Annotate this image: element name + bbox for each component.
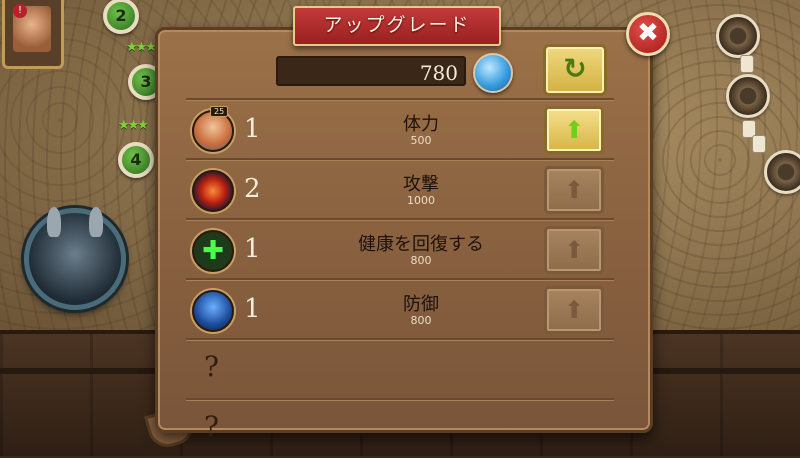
boss-ear-icon bbox=[89, 207, 103, 237]
upgrade-row-health: 25 1 体力 500 ⬆ bbox=[186, 98, 614, 158]
fire-slash-icon bbox=[192, 170, 234, 212]
locked-upgrade-slot: ? bbox=[186, 398, 614, 458]
map-flower-node-icon[interactable] bbox=[726, 74, 770, 118]
map-flower-node-icon[interactable] bbox=[716, 14, 760, 58]
upgrade-row-heal: ✚ 1 健康を回復する 800 ⬆ bbox=[186, 218, 614, 278]
heroine-portrait-icon: 25 bbox=[192, 106, 234, 152]
upgrade-row-attack: 2 攻撃 1000 ⬆ bbox=[186, 158, 614, 218]
upgrade-row-defense: 1 防御 800 ⬆ bbox=[186, 278, 614, 338]
cross-glyph: ✚ bbox=[202, 236, 224, 266]
upgrade-button-defense[interactable]: ⬆ bbox=[544, 286, 604, 334]
upgrade-button-health[interactable]: ⬆ bbox=[544, 106, 604, 154]
upgrade-level: 2 bbox=[244, 174, 261, 204]
upgrade-cost: 800 bbox=[410, 314, 432, 327]
upgrade-level: 1 bbox=[244, 294, 261, 324]
upgrade-name: 体力 bbox=[403, 114, 439, 135]
refresh-button[interactable]: ↻ bbox=[543, 44, 607, 96]
map-path-dot bbox=[740, 55, 754, 73]
map-path-dot bbox=[752, 135, 766, 153]
upgrade-name: 健康を回復する bbox=[358, 234, 484, 255]
boss-wolf-portrait[interactable] bbox=[24, 207, 126, 310]
upgrade-list: 25 1 体力 500 ⬆ 2 攻撃 1000 ⬆ ✚ 1 健康を回復する 80… bbox=[186, 98, 614, 458]
level-stars-icon: ★★★ bbox=[118, 118, 149, 133]
upgrade-cost: 500 bbox=[410, 134, 432, 147]
upgrade-cost: 800 bbox=[410, 254, 432, 267]
close-button[interactable]: ✖ bbox=[626, 12, 670, 56]
upgrade-level: 1 bbox=[244, 114, 261, 144]
locked-slot-label: ? bbox=[204, 350, 220, 383]
locked-slot-label: ? bbox=[204, 410, 220, 443]
boss-ear-icon bbox=[47, 207, 61, 237]
map-level-node-4[interactable]: 4 bbox=[118, 142, 154, 178]
player-portrait[interactable]: ! bbox=[2, 0, 64, 69]
dialog-title: アップグレード bbox=[281, 6, 513, 46]
green-cross-icon: ✚ bbox=[192, 230, 234, 272]
map-flower-node-icon[interactable] bbox=[764, 150, 800, 194]
alert-badge: ! bbox=[13, 4, 27, 18]
upgrade-cost: 1000 bbox=[407, 194, 435, 207]
upgrade-button-heal[interactable]: ⬆ bbox=[544, 226, 604, 274]
upgrade-button-attack[interactable]: ⬆ bbox=[544, 166, 604, 214]
upgrade-name: 攻撃 bbox=[403, 174, 439, 195]
currency-amount: 780 bbox=[276, 56, 466, 86]
upgrade-name: 防御 bbox=[403, 294, 439, 315]
locked-upgrade-slot: ? bbox=[186, 338, 614, 398]
level-stars-icon: ★★★ bbox=[126, 40, 157, 55]
shield-icon bbox=[192, 290, 234, 332]
icon-level-badge: 25 bbox=[210, 106, 229, 117]
gem-icon bbox=[473, 53, 513, 93]
upgrade-level: 1 bbox=[244, 234, 261, 264]
